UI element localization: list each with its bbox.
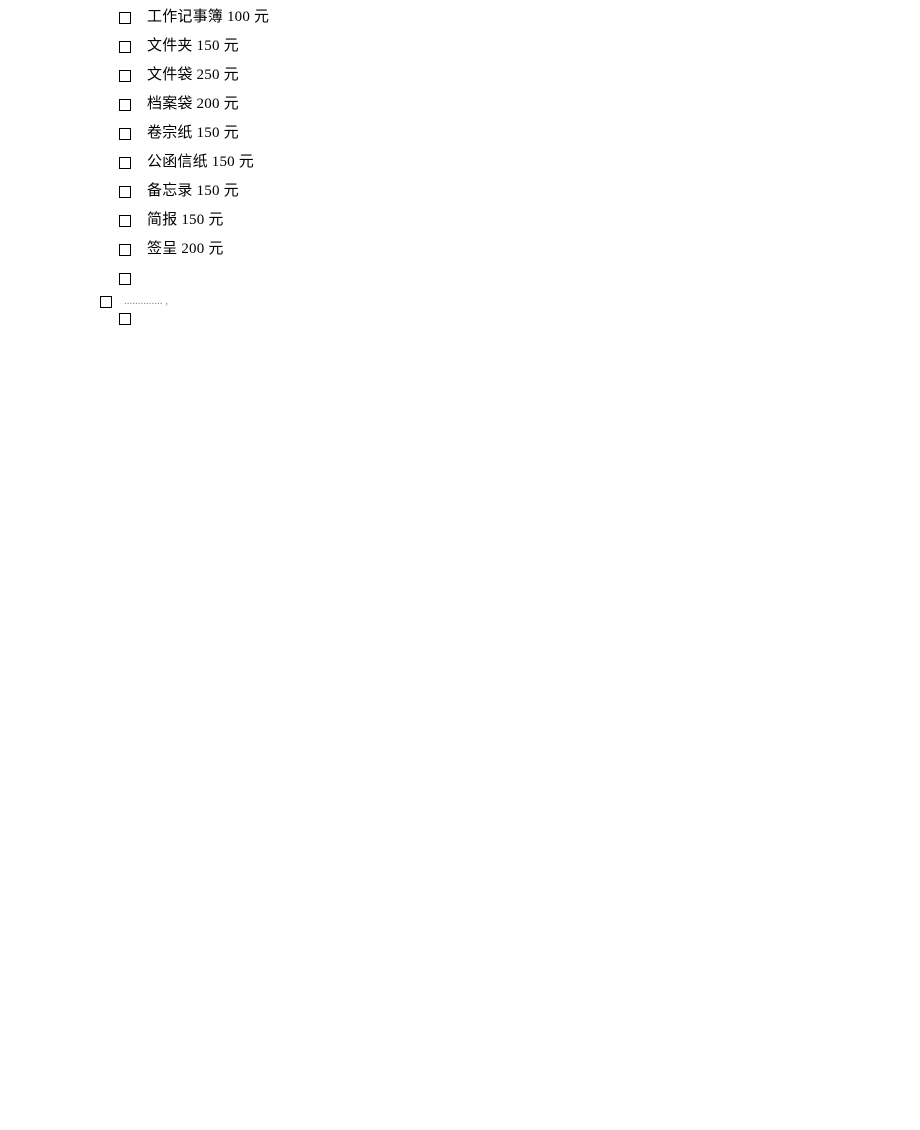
checkbox-icon[interactable] [119, 99, 131, 111]
checkbox-icon[interactable] [119, 244, 131, 256]
list-item: 卷宗纸 150 元 [119, 119, 920, 148]
item-label: 档案袋 200 元 [147, 94, 239, 115]
outer-item: .............. , [100, 294, 920, 309]
list-item: 简报 150 元 [119, 206, 920, 235]
checkbox-icon[interactable] [119, 41, 131, 53]
list-item: 档案袋 200 元 [119, 90, 920, 119]
dots-label: .............. , [124, 294, 168, 309]
checkbox-icon[interactable] [119, 313, 131, 325]
checkbox-icon[interactable] [119, 128, 131, 140]
item-label: 文件夹 150 元 [147, 36, 239, 57]
list-item: 文件袋 250 元 [119, 61, 920, 90]
checkbox-icon[interactable] [119, 12, 131, 24]
item-label: 文件袋 250 元 [147, 65, 239, 86]
item-label: 备忘录 150 元 [147, 181, 239, 202]
item-list: 工作记事簿 100 元 文件夹 150 元 文件袋 250 元 档案袋 200 … [119, 3, 920, 293]
item-label: 签呈 200 元 [147, 239, 224, 260]
checkbox-icon[interactable] [100, 296, 112, 308]
list-item: 文件夹 150 元 [119, 32, 920, 61]
list-item: 公函信纸 150 元 [119, 148, 920, 177]
checkbox-icon[interactable] [119, 186, 131, 198]
item-label: 公函信纸 150 元 [147, 152, 254, 173]
item-label: 卷宗纸 150 元 [147, 123, 239, 144]
list-item: 工作记事簿 100 元 [119, 3, 920, 32]
item-label: 工作记事簿 100 元 [147, 7, 269, 28]
checkbox-icon[interactable] [119, 273, 131, 285]
checkbox-icon[interactable] [119, 157, 131, 169]
item-label: 简报 150 元 [147, 210, 224, 231]
list-item: 签呈 200 元 [119, 235, 920, 264]
trailing-item [119, 313, 920, 325]
list-item [119, 264, 920, 293]
list-item: 备忘录 150 元 [119, 177, 920, 206]
checkbox-icon[interactable] [119, 215, 131, 227]
checkbox-icon[interactable] [119, 70, 131, 82]
